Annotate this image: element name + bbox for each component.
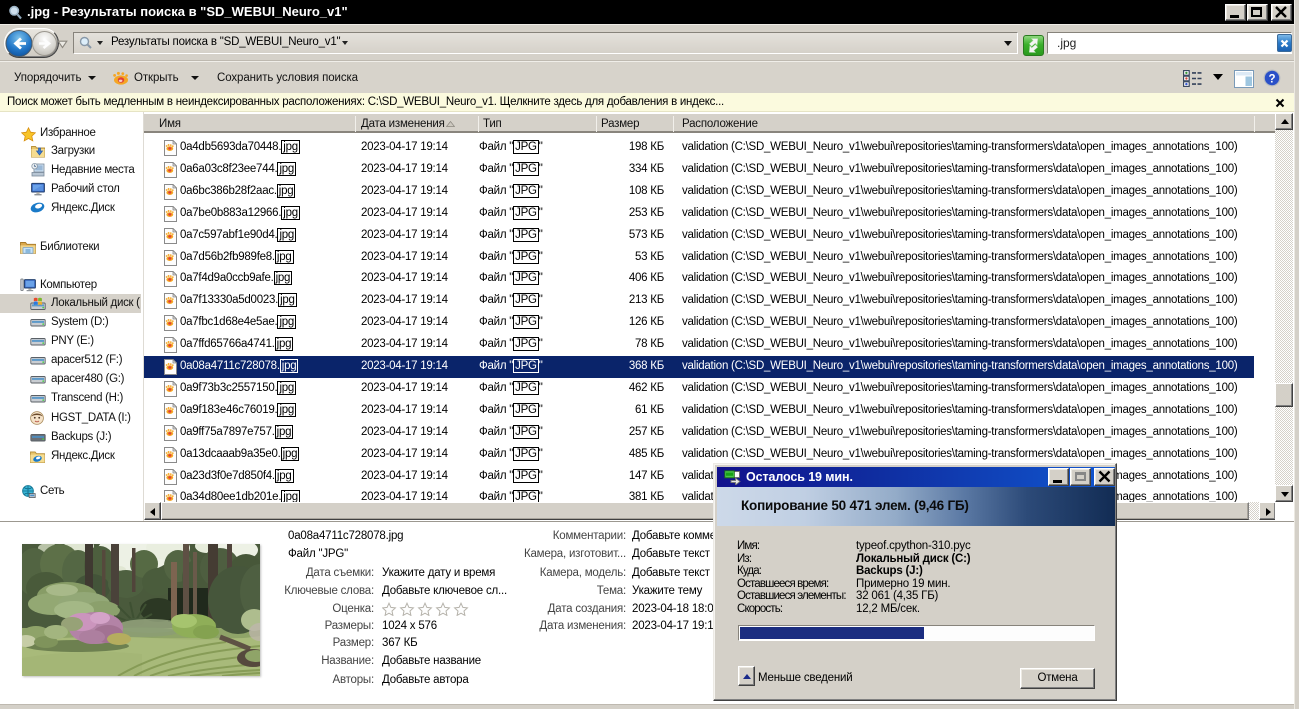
svg-text:?: ?: [1268, 73, 1275, 85]
